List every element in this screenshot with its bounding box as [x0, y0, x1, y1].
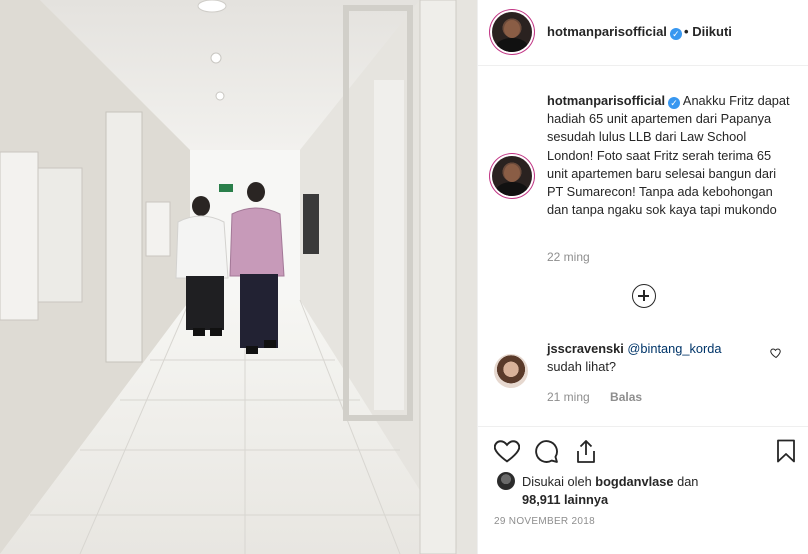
- author-username-line: hotmanparisofficial ✓: [547, 24, 682, 40]
- liker-avatar[interactable]: [497, 472, 515, 490]
- avatar-shirt: [496, 182, 528, 196]
- comment-text: sudah lihat?: [547, 359, 617, 374]
- share-icon[interactable]: [574, 439, 598, 464]
- likes-text: Disukai oleh bogdanvlase dan 98,911 lain…: [522, 473, 782, 509]
- reply-button[interactable]: Balas: [610, 390, 642, 404]
- likes-middle: dan: [677, 474, 699, 489]
- commenter-avatar[interactable]: [494, 354, 528, 388]
- comment-mention-link[interactable]: @bintang_korda: [627, 341, 721, 356]
- comment-icon[interactable]: [534, 439, 559, 464]
- plus-circle-icon[interactable]: [632, 284, 656, 308]
- post-date[interactable]: 29 NOVEMBER 2018: [494, 516, 595, 527]
- comment: jsscravenski @bintang_korda sudah lihat?: [547, 340, 772, 376]
- author-username-link[interactable]: hotmanparisofficial: [547, 24, 667, 39]
- follow-status[interactable]: • Diikuti: [684, 24, 732, 39]
- verified-badge-icon: ✓: [668, 97, 681, 109]
- avatar-shirt: [496, 38, 528, 52]
- post-photo[interactable]: [0, 0, 477, 554]
- liker-username-link[interactable]: bogdanvlase: [595, 474, 673, 489]
- post-details-panel: hotmanparisofficial ✓ • Diikuti hotmanpar…: [477, 0, 808, 554]
- caption-username-link[interactable]: hotmanparisofficial: [547, 93, 665, 108]
- comment-like-heart-icon[interactable]: [770, 347, 782, 359]
- avatar-face: [504, 20, 520, 38]
- follow-separator: •: [684, 24, 689, 39]
- commenter-username-link[interactable]: jsscravenski: [547, 341, 624, 356]
- post-actions: [478, 426, 808, 476]
- bookmark-icon[interactable]: [776, 439, 796, 463]
- likes-suffix: lainnya: [564, 492, 609, 507]
- caption-timestamp[interactable]: 22 ming: [547, 250, 590, 264]
- caption-text: Anakku Fritz dapat hadiah 65 unit aparte…: [547, 93, 790, 218]
- post-caption: hotmanparisofficial ✓ Anakku Fritz dapat …: [547, 92, 795, 219]
- verified-badge-icon: ✓: [669, 28, 682, 40]
- avatar-face: [504, 164, 520, 182]
- likes-count-link[interactable]: 98,911 lainnya: [522, 492, 608, 507]
- likes-prefix: Disukai oleh: [522, 474, 592, 489]
- caption-author-avatar[interactable]: [492, 156, 532, 196]
- hallway-photo-image: [0, 0, 477, 554]
- post-header: hotmanparisofficial ✓ • Diikuti: [478, 0, 808, 66]
- heart-icon[interactable]: [494, 439, 520, 463]
- likes-count: 98,911: [522, 492, 561, 507]
- follow-status-label: Diikuti: [692, 24, 732, 39]
- comment-meta: 21 ming Balas: [547, 390, 642, 404]
- author-avatar[interactable]: [492, 12, 532, 52]
- comment-timestamp[interactable]: 21 ming: [547, 390, 590, 404]
